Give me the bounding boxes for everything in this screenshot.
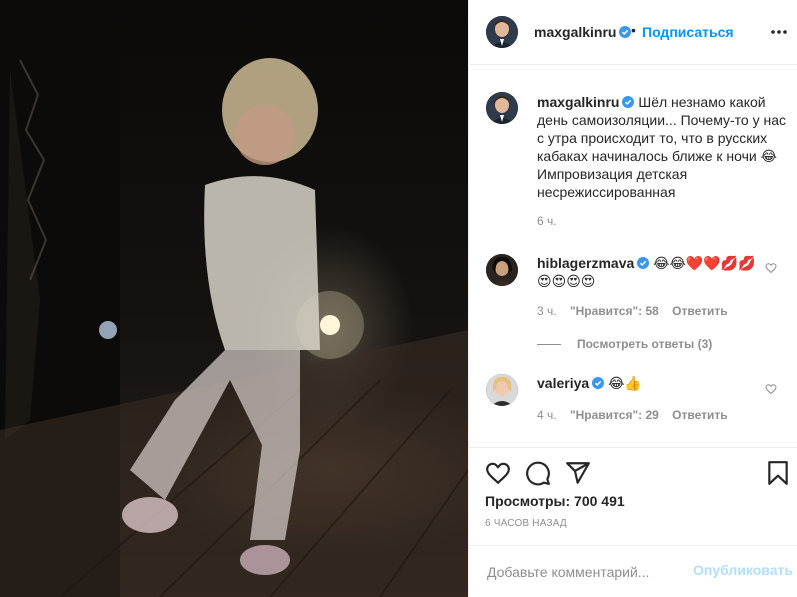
posted-time[interactable]: 6 ЧАСОВ НАЗАД (485, 518, 567, 529)
publish-comment-button[interactable]: Опубликовать (693, 562, 793, 578)
comment-text: 😂👍 (608, 375, 642, 391)
instagram-post-page: maxgalkinru • Подписаться maxgalkinru Шё… (0, 0, 797, 597)
caption-time[interactable]: 6 ч. (537, 214, 557, 228)
comment-avatar[interactable] (486, 374, 518, 406)
caption-author-avatar[interactable] (486, 92, 518, 124)
comment-username[interactable]: hiblagerzmava (537, 255, 634, 271)
add-comment-bar: Опубликовать (469, 545, 797, 597)
post-side-panel: maxgalkinru • Подписаться maxgalkinru Шё… (468, 0, 797, 597)
comment-avatar-image (486, 254, 518, 286)
verified-badge-icon (637, 257, 650, 269)
verified-badge-icon (619, 26, 632, 38)
add-comment-input[interactable] (485, 560, 689, 584)
comment-likes[interactable]: "Нравится": 58 (570, 304, 659, 318)
comment-reply-button[interactable]: Ответить (672, 304, 727, 318)
comment-item: valeriya 😂👍 (537, 374, 767, 392)
save-bookmark-icon[interactable] (765, 460, 791, 486)
share-send-icon[interactable] (565, 460, 591, 486)
like-heart-icon[interactable] (485, 460, 511, 486)
author-avatar[interactable] (486, 16, 518, 48)
comment-like-heart-icon[interactable] (765, 383, 777, 395)
post-actions-bar: Просмотры: 700 491 6 ЧАСОВ НАЗАД (469, 447, 797, 545)
follow-button[interactable]: Подписаться (642, 24, 734, 40)
view-replies-button[interactable]: Посмотреть ответы (3) (537, 337, 712, 351)
comment-like-heart-icon[interactable] (765, 262, 777, 274)
header-username-text[interactable]: maxgalkinru (534, 24, 616, 40)
comment-reply-button[interactable]: Ответить (672, 408, 727, 422)
verified-badge-icon (622, 96, 635, 108)
comment-item: hiblagerzmava 😂😂❤️❤️💋💋😍😍😍😍 (537, 254, 767, 290)
verified-badge-icon (592, 377, 605, 389)
comment-avatar-image (486, 374, 518, 406)
comment-meta: 3 ч. "Нравится": 58 Ответить (537, 304, 728, 318)
post-header: maxgalkinru • Подписаться (469, 0, 797, 65)
post-caption: maxgalkinru Шёл незнамо какой день самои… (537, 93, 787, 201)
caption-username[interactable]: maxgalkinru (537, 94, 619, 110)
more-options-icon[interactable] (769, 22, 789, 42)
comment-time[interactable]: 3 ч. (537, 304, 557, 318)
header-separator: • (631, 22, 636, 38)
replies-divider-line (537, 344, 561, 346)
header-username[interactable]: maxgalkinru (534, 24, 632, 40)
caption-author-avatar-image (486, 92, 518, 124)
view-replies-label[interactable]: Посмотреть ответы (3) (577, 337, 712, 351)
comment-time[interactable]: 4 ч. (537, 408, 557, 422)
comment-likes[interactable]: "Нравится": 29 (570, 408, 659, 422)
views-count[interactable]: Просмотры: 700 491 (485, 493, 625, 509)
author-avatar-image (486, 16, 518, 48)
video-frame-illustration (0, 0, 468, 597)
comment-bubble-icon[interactable] (525, 460, 551, 486)
post-video[interactable] (0, 0, 468, 597)
comment-username[interactable]: valeriya (537, 375, 589, 391)
comment-meta: 4 ч. "Нравится": 29 Ответить (537, 408, 728, 422)
comment-avatar[interactable] (486, 254, 518, 286)
